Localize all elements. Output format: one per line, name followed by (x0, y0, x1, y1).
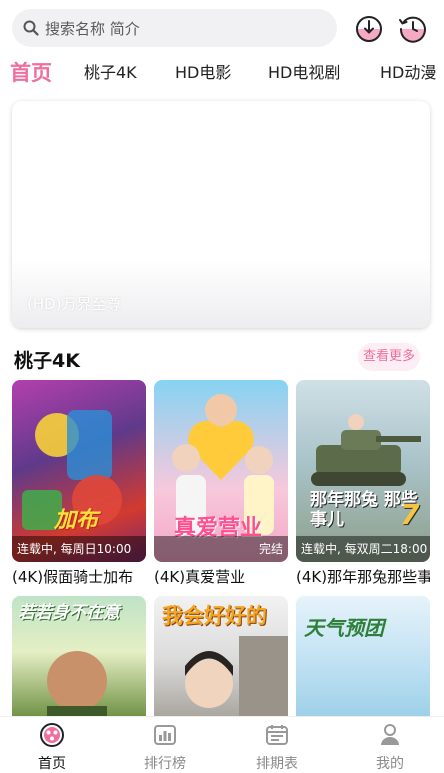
poster-season-number: 7 (400, 498, 420, 531)
nav-home[interactable]: 首页 (12, 723, 92, 773)
nav-label: 排期表 (256, 756, 298, 772)
category-tabs: 首页 桃子4K HD电影 HD电视剧 HD动漫 (0, 58, 444, 90)
poster-title-text: 天气预团 (304, 616, 384, 640)
tab-hd-tv[interactable]: HD电视剧 (268, 58, 340, 88)
video-title: (4K)假面骑士加布 (12, 568, 134, 586)
search-placeholder: 搜索名称 简介 (45, 19, 140, 38)
video-card[interactable]: 那年那兔 那些事儿 7 连载中, 每双周二18:00 (4K)那年那兔那些事儿7 (296, 380, 430, 587)
nav-label: 排行榜 (144, 756, 186, 772)
poster-art (185, 636, 288, 720)
nav-profile[interactable]: 我的 (350, 723, 430, 773)
poster-art (311, 414, 421, 486)
nav-label: 我的 (376, 756, 404, 772)
featured-banner[interactable]: (HD)万界至尊 (12, 101, 430, 328)
video-poster[interactable]: 若若身不在意 (12, 596, 146, 720)
poster-art (22, 410, 122, 530)
banner-title: (HD)万界至尊 (27, 295, 122, 313)
video-card[interactable]: 加布 连载中, 每周日10:00 (4K)假面骑士加布 (12, 380, 146, 587)
video-card[interactable]: 真爱营业 完结 (4K)真爱营业 (154, 380, 288, 587)
video-poster: 那年那兔 那些事儿 7 连载中, 每双周二18:00 (296, 380, 430, 562)
home-icon (40, 723, 64, 747)
status-label: 连载中, 每双周二18:00 (296, 536, 430, 562)
status-label: 连载中, 每周日10:00 (12, 536, 146, 562)
calendar-icon (266, 725, 288, 745)
video-poster[interactable]: 我会好好的 (154, 596, 288, 720)
nav-schedule[interactable]: 排期表 (237, 723, 317, 773)
bottom-nav: 首页 排行榜 排期表 我的 (0, 716, 444, 773)
history-icon[interactable] (396, 12, 430, 46)
ranking-icon (154, 725, 176, 745)
search-icon (23, 20, 39, 36)
tab-home[interactable]: 首页 (10, 58, 52, 88)
download-icon[interactable] (352, 12, 386, 46)
video-title: (4K)那年那兔那些事儿7 (296, 568, 430, 586)
video-poster: 真爱营业 完结 (154, 380, 288, 562)
nav-label: 首页 (38, 756, 66, 772)
tab-taozi-4k[interactable]: 桃子4K (84, 58, 137, 88)
video-poster[interactable]: 天气预团 (296, 596, 430, 720)
search-input[interactable]: 搜索名称 简介 (12, 9, 337, 47)
status-label: 完结 (154, 536, 288, 562)
view-more-button[interactable]: 查看更多 (358, 343, 420, 371)
tab-hd-anime[interactable]: HD动漫 (380, 58, 436, 88)
nav-ranking[interactable]: 排行榜 (125, 723, 205, 773)
section-title: 桃子4K (14, 350, 80, 372)
tab-hd-movie[interactable]: HD电影 (175, 58, 231, 88)
profile-icon (381, 724, 399, 745)
poster-art (47, 651, 107, 720)
video-title: (4K)真爱营业 (154, 568, 246, 586)
poster-title-text: 加布 (54, 508, 99, 533)
video-poster: 加布 连载中, 每周日10:00 (12, 380, 146, 562)
